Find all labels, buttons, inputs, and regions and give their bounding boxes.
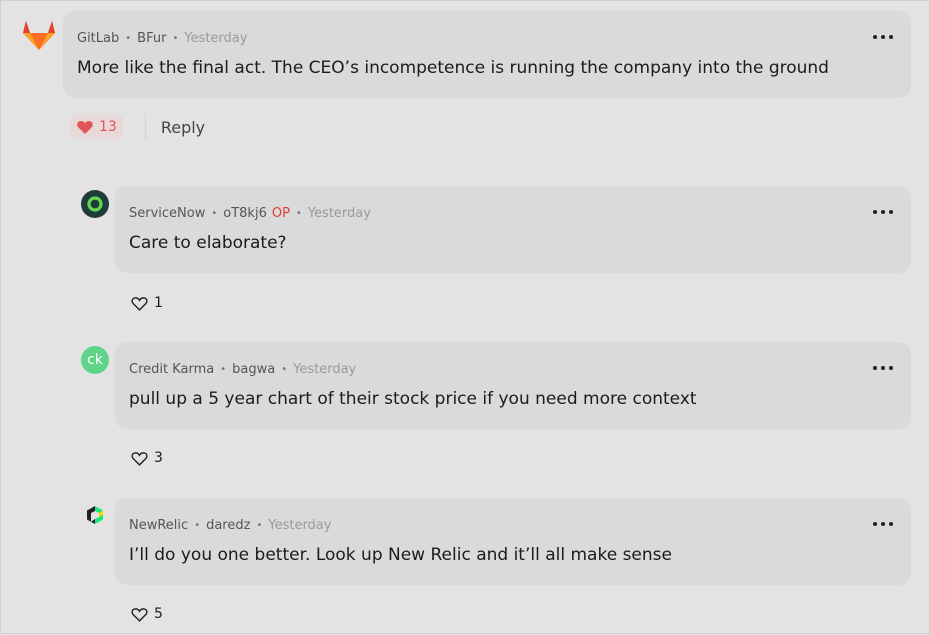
- heart-outline-icon: [131, 607, 148, 622]
- newrelic-logo-icon: [87, 506, 103, 524]
- username[interactable]: daredz: [206, 518, 250, 533]
- comment-text: I’ll do you one better. Look up New Reli…: [129, 545, 672, 565]
- like-button[interactable]: 5: [125, 602, 169, 626]
- comment-actions: 5: [125, 602, 169, 626]
- ellipsis-icon: [873, 522, 877, 526]
- more-options-button[interactable]: [873, 516, 893, 532]
- comments-thread: GitLab • BFur • Yesterday More like the …: [0, 0, 930, 634]
- comment-bubble: NewRelic • daredz • Yesterday I’ll do yo…: [115, 498, 911, 585]
- avatar[interactable]: [83, 503, 107, 527]
- comment-meta: NewRelic • daredz • Yesterday: [129, 518, 331, 533]
- separator-dot: •: [256, 520, 263, 531]
- timestamp: Yesterday: [268, 518, 332, 533]
- company-name[interactable]: NewRelic: [129, 518, 188, 533]
- separator-dot: •: [194, 520, 201, 531]
- comment-item: NewRelic • daredz • Yesterday I’ll do yo…: [1, 1, 930, 635]
- like-count: 5: [154, 606, 163, 622]
